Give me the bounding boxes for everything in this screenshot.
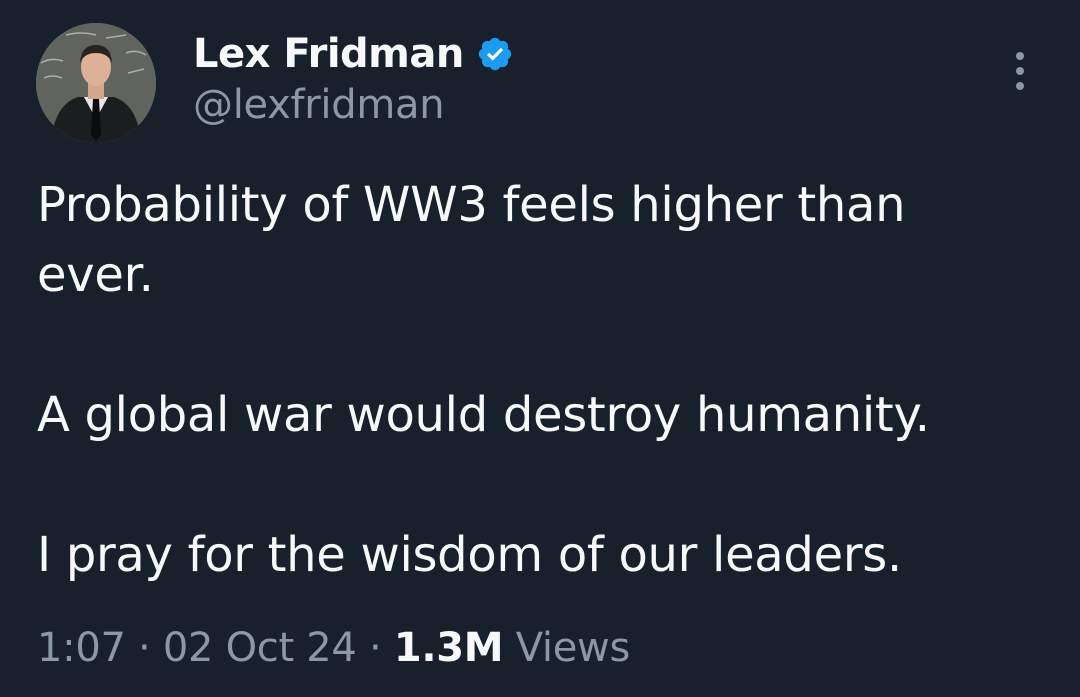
post-text-line: ever. [37, 247, 154, 303]
post-text-line: Probability of WW3 feels higher than [37, 177, 906, 233]
post-date[interactable]: 02 Oct 24 [163, 625, 357, 671]
views-count[interactable]: 1.3M [394, 625, 504, 671]
author-name-row: Lex Fridman [193, 28, 514, 80]
author-handle[interactable]: @lexfridman [193, 82, 445, 128]
post-card: Lex Fridman @lexfridman Probability of W… [0, 0, 1080, 697]
post-text-line: I pray for the wisdom of our leaders. [37, 527, 902, 583]
more-vertical-icon-dot [1016, 82, 1024, 90]
more-vertical-icon [1016, 52, 1024, 60]
post-meta: 1:07 · 02 Oct 24 · 1.3M Views [37, 625, 630, 671]
post-time[interactable]: 1:07 [37, 625, 126, 671]
views-label: Views [515, 625, 631, 671]
more-options-button[interactable] [1000, 46, 1040, 96]
post-text-line: A global war would destroy humanity. [37, 387, 930, 443]
verified-badge-icon[interactable] [476, 35, 514, 73]
avatar-photo [36, 23, 156, 143]
author-display-name[interactable]: Lex Fridman [193, 31, 464, 77]
more-vertical-icon-dot [1016, 67, 1024, 75]
post-text: Probability of WW3 feels higher than eve… [37, 170, 1037, 590]
meta-separator: · [369, 625, 382, 671]
meta-separator: · [138, 625, 151, 671]
avatar[interactable] [36, 23, 156, 143]
